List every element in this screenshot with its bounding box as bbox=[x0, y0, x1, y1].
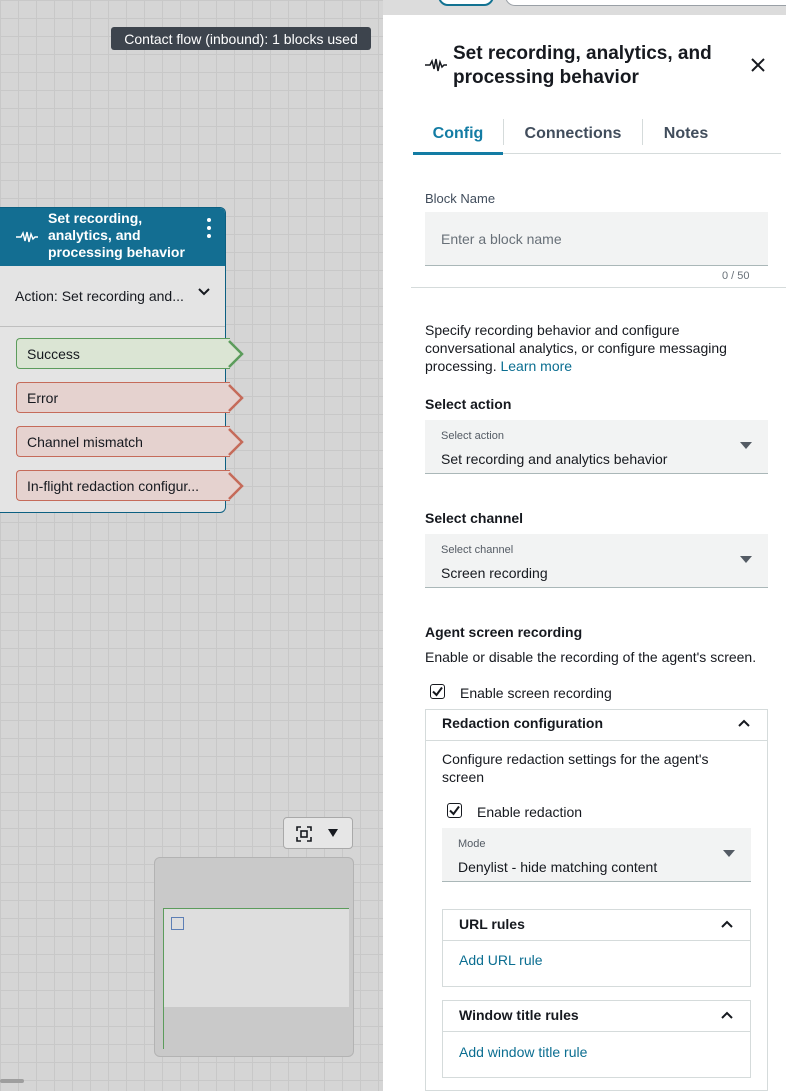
add-url-rule-link[interactable]: Add URL rule bbox=[459, 952, 543, 968]
block-description: Specify recording behavior and configure… bbox=[425, 322, 727, 374]
horizontal-scrollbar[interactable] bbox=[0, 1079, 24, 1083]
tab-connections[interactable]: Connections bbox=[504, 115, 642, 153]
minimap[interactable] bbox=[154, 857, 354, 1057]
select-channel-label: Select channel bbox=[441, 544, 514, 556]
branch-connector-icon[interactable] bbox=[228, 472, 244, 500]
flow-canvas[interactable]: Contact flow (inbound): 1 blocks used Se… bbox=[0, 0, 383, 1091]
redaction-mode-dropdown[interactable]: Mode Denylist - hide matching content bbox=[442, 828, 751, 882]
branch-connector-icon[interactable] bbox=[228, 340, 244, 368]
select-channel-heading: Select channel bbox=[425, 510, 524, 526]
close-icon[interactable] bbox=[749, 56, 767, 74]
chevron-up-icon[interactable] bbox=[738, 719, 750, 727]
mode-value: Denylist - hide matching content bbox=[458, 859, 658, 875]
toolbar-button-fragment[interactable] bbox=[438, 0, 494, 6]
more-options-icon[interactable] bbox=[205, 218, 213, 242]
caret-down-icon bbox=[740, 442, 752, 449]
branch-label: Success bbox=[27, 345, 80, 362]
enable-redaction-checkbox[interactable] bbox=[447, 803, 462, 818]
caret-down-icon bbox=[328, 829, 338, 837]
select-action-dropdown[interactable]: Select action Set recording and analytic… bbox=[425, 420, 768, 474]
branch-connector-icon[interactable] bbox=[228, 384, 244, 412]
panel-title: Set recording, analytics, and processing… bbox=[453, 43, 712, 88]
branch-inflight-redaction[interactable]: In-flight redaction configur... bbox=[16, 470, 244, 501]
waveform-icon bbox=[425, 58, 447, 72]
select-action-heading: Select action bbox=[425, 396, 512, 412]
branch-error[interactable]: Error bbox=[16, 382, 244, 413]
tab-config[interactable]: Config bbox=[413, 115, 503, 153]
char-counter: 0 / 50 bbox=[722, 270, 750, 282]
toolbar-field-fragment[interactable] bbox=[505, 0, 786, 6]
enable-screen-recording-label[interactable]: Enable screen recording bbox=[460, 685, 612, 701]
enable-screen-recording-checkbox[interactable] bbox=[430, 684, 445, 699]
url-rules-heading: URL rules bbox=[459, 916, 525, 932]
minimap-block-marker bbox=[171, 917, 184, 930]
branch-channel-mismatch[interactable]: Channel mismatch bbox=[16, 426, 244, 457]
select-channel-dropdown[interactable]: Select channel Screen recording bbox=[425, 534, 768, 588]
waveform-icon bbox=[16, 231, 38, 243]
block-header[interactable]: Set recording, analytics, and processing… bbox=[0, 208, 225, 266]
block-name-label: Block Name bbox=[425, 191, 496, 206]
add-window-title-rule-link[interactable]: Add window title rule bbox=[459, 1044, 587, 1060]
chevron-down-icon bbox=[198, 288, 210, 296]
caret-down-icon bbox=[740, 556, 752, 563]
minimap-viewport[interactable] bbox=[163, 908, 349, 1049]
block-action-dropdown[interactable]: Action: Set recording and... bbox=[0, 266, 225, 327]
block-config-panel: Set recording, analytics, and processing… bbox=[383, 15, 786, 1091]
agent-screen-heading: Agent screen recording bbox=[425, 624, 583, 640]
select-channel-value: Screen recording bbox=[441, 565, 548, 581]
block-title: Set recording, analytics, and processing… bbox=[48, 210, 185, 260]
branch-label: Error bbox=[27, 389, 59, 406]
chevron-up-icon[interactable] bbox=[721, 920, 733, 928]
fit-screen-icon bbox=[296, 826, 312, 842]
caret-down-icon bbox=[723, 850, 735, 857]
flow-usage-badge: Contact flow (inbound): 1 blocks used bbox=[111, 27, 371, 50]
block-action-label: Action: Set recording and... bbox=[15, 288, 184, 304]
active-tab-indicator bbox=[413, 152, 503, 155]
redaction-description: Configure redaction settings for the age… bbox=[442, 751, 709, 785]
checkmark-icon bbox=[432, 686, 443, 697]
select-action-label: Select action bbox=[441, 430, 504, 442]
tab-notes[interactable]: Notes bbox=[643, 115, 729, 153]
mode-label: Mode bbox=[458, 838, 486, 850]
branch-label: In-flight redaction configur... bbox=[27, 477, 199, 494]
branch-connector-icon[interactable] bbox=[228, 428, 244, 456]
enable-redaction-label[interactable]: Enable redaction bbox=[477, 804, 582, 820]
learn-more-link[interactable]: Learn more bbox=[500, 358, 572, 374]
select-action-value: Set recording and analytics behavior bbox=[441, 451, 668, 467]
redaction-config-heading: Redaction configuration bbox=[442, 715, 603, 731]
block-name-input[interactable]: Enter a block name bbox=[425, 212, 768, 266]
panel-tabs: Config Connections Notes bbox=[413, 115, 781, 155]
checkmark-icon bbox=[449, 805, 460, 816]
agent-screen-description: Enable or disable the recording of the a… bbox=[425, 649, 757, 665]
chevron-up-icon[interactable] bbox=[721, 1011, 733, 1019]
window-title-rules-heading: Window title rules bbox=[459, 1007, 579, 1023]
branch-success[interactable]: Success bbox=[16, 338, 244, 369]
branch-label: Channel mismatch bbox=[27, 433, 143, 450]
fit-view-button[interactable] bbox=[283, 817, 353, 849]
